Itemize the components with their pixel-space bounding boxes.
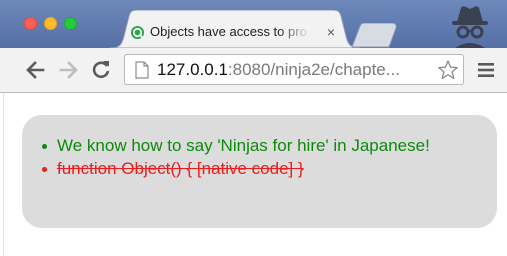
page-content: We know how to say 'Ninjas for hire' in … <box>0 93 507 256</box>
url-host: 127.0.0.1 <box>157 60 228 79</box>
browser-toolbar: 127.0.0.1:8080/ninja2e/chapte... <box>0 48 507 93</box>
reload-icon[interactable] <box>90 59 112 81</box>
window-maximize-button[interactable] <box>64 17 77 30</box>
result-item-fail: function Object() { [native code] } <box>40 158 480 179</box>
url-path: :8080/ninja2e/chapte... <box>227 60 400 79</box>
star-icon[interactable] <box>437 59 459 81</box>
menu-icon[interactable] <box>478 62 494 78</box>
window-close-button[interactable] <box>24 17 37 30</box>
forward-arrow-icon[interactable] <box>58 59 80 81</box>
window-minimize-button[interactable] <box>44 17 57 30</box>
tab-close-button[interactable]: × <box>323 23 339 41</box>
new-tab-button[interactable] <box>352 23 404 48</box>
results-list: We know how to say 'Ninjas for hire' in … <box>40 135 480 179</box>
tab-strip: Objects have access to pro × <box>0 0 507 48</box>
incognito-icon <box>452 6 488 48</box>
address-bar[interactable]: 127.0.0.1:8080/ninja2e/chapte... <box>124 54 464 85</box>
tab-title: Objects have access to pro <box>150 24 307 39</box>
url-text[interactable]: 127.0.0.1:8080/ninja2e/chapte... <box>157 60 425 80</box>
result-item-pass: We know how to say 'Ninjas for hire' in … <box>40 135 480 156</box>
page-icon <box>135 61 149 79</box>
back-arrow-icon[interactable] <box>24 59 46 81</box>
active-tab[interactable]: Objects have access to pro × <box>110 10 360 48</box>
page-favicon-icon <box>130 25 145 40</box>
results-panel: We know how to say 'Ninjas for hire' in … <box>22 115 497 228</box>
